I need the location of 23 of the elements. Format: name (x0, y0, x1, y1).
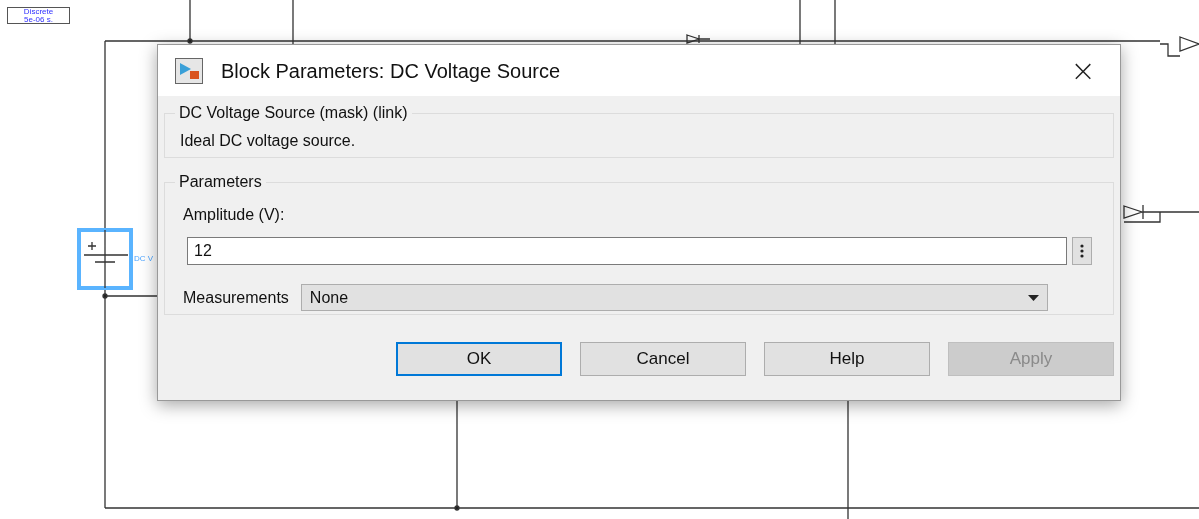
caret-icon (1027, 294, 1039, 301)
description-text: Ideal DC voltage source. (180, 131, 357, 151)
block-icon (175, 57, 203, 84)
field-label: Measurements (183, 287, 289, 308)
window-title: Block Parameters: DC Voltage Source (221, 58, 561, 84)
measurements-dropdown[interactable]: None (300, 284, 1048, 311)
battery-block (77, 228, 133, 290)
amplitude-input[interactable]: 12 (187, 237, 1067, 265)
dialog-button[interactable]: Help (764, 342, 930, 376)
more-options-button[interactable] (1072, 237, 1092, 265)
field-label: Amplitude (V): (183, 205, 286, 225)
diode-icon (1123, 204, 1161, 223)
dropdown-value: None (309, 287, 349, 308)
group-title: DC Voltage Source (mask) (link) (178, 103, 409, 123)
dialog-button[interactable]: Cancel (580, 342, 746, 376)
diode-icon (1159, 36, 1199, 57)
block-label: DC V (134, 253, 154, 265)
vertical-dots-icon (1080, 244, 1084, 258)
diode-icon (686, 34, 711, 44)
solver-block[interactable]: Discrete 5e-06 s. (7, 7, 70, 24)
group-title: Parameters (178, 172, 263, 192)
dialog-button[interactable]: OK (396, 342, 562, 376)
close-button[interactable]: × (1063, 52, 1103, 89)
